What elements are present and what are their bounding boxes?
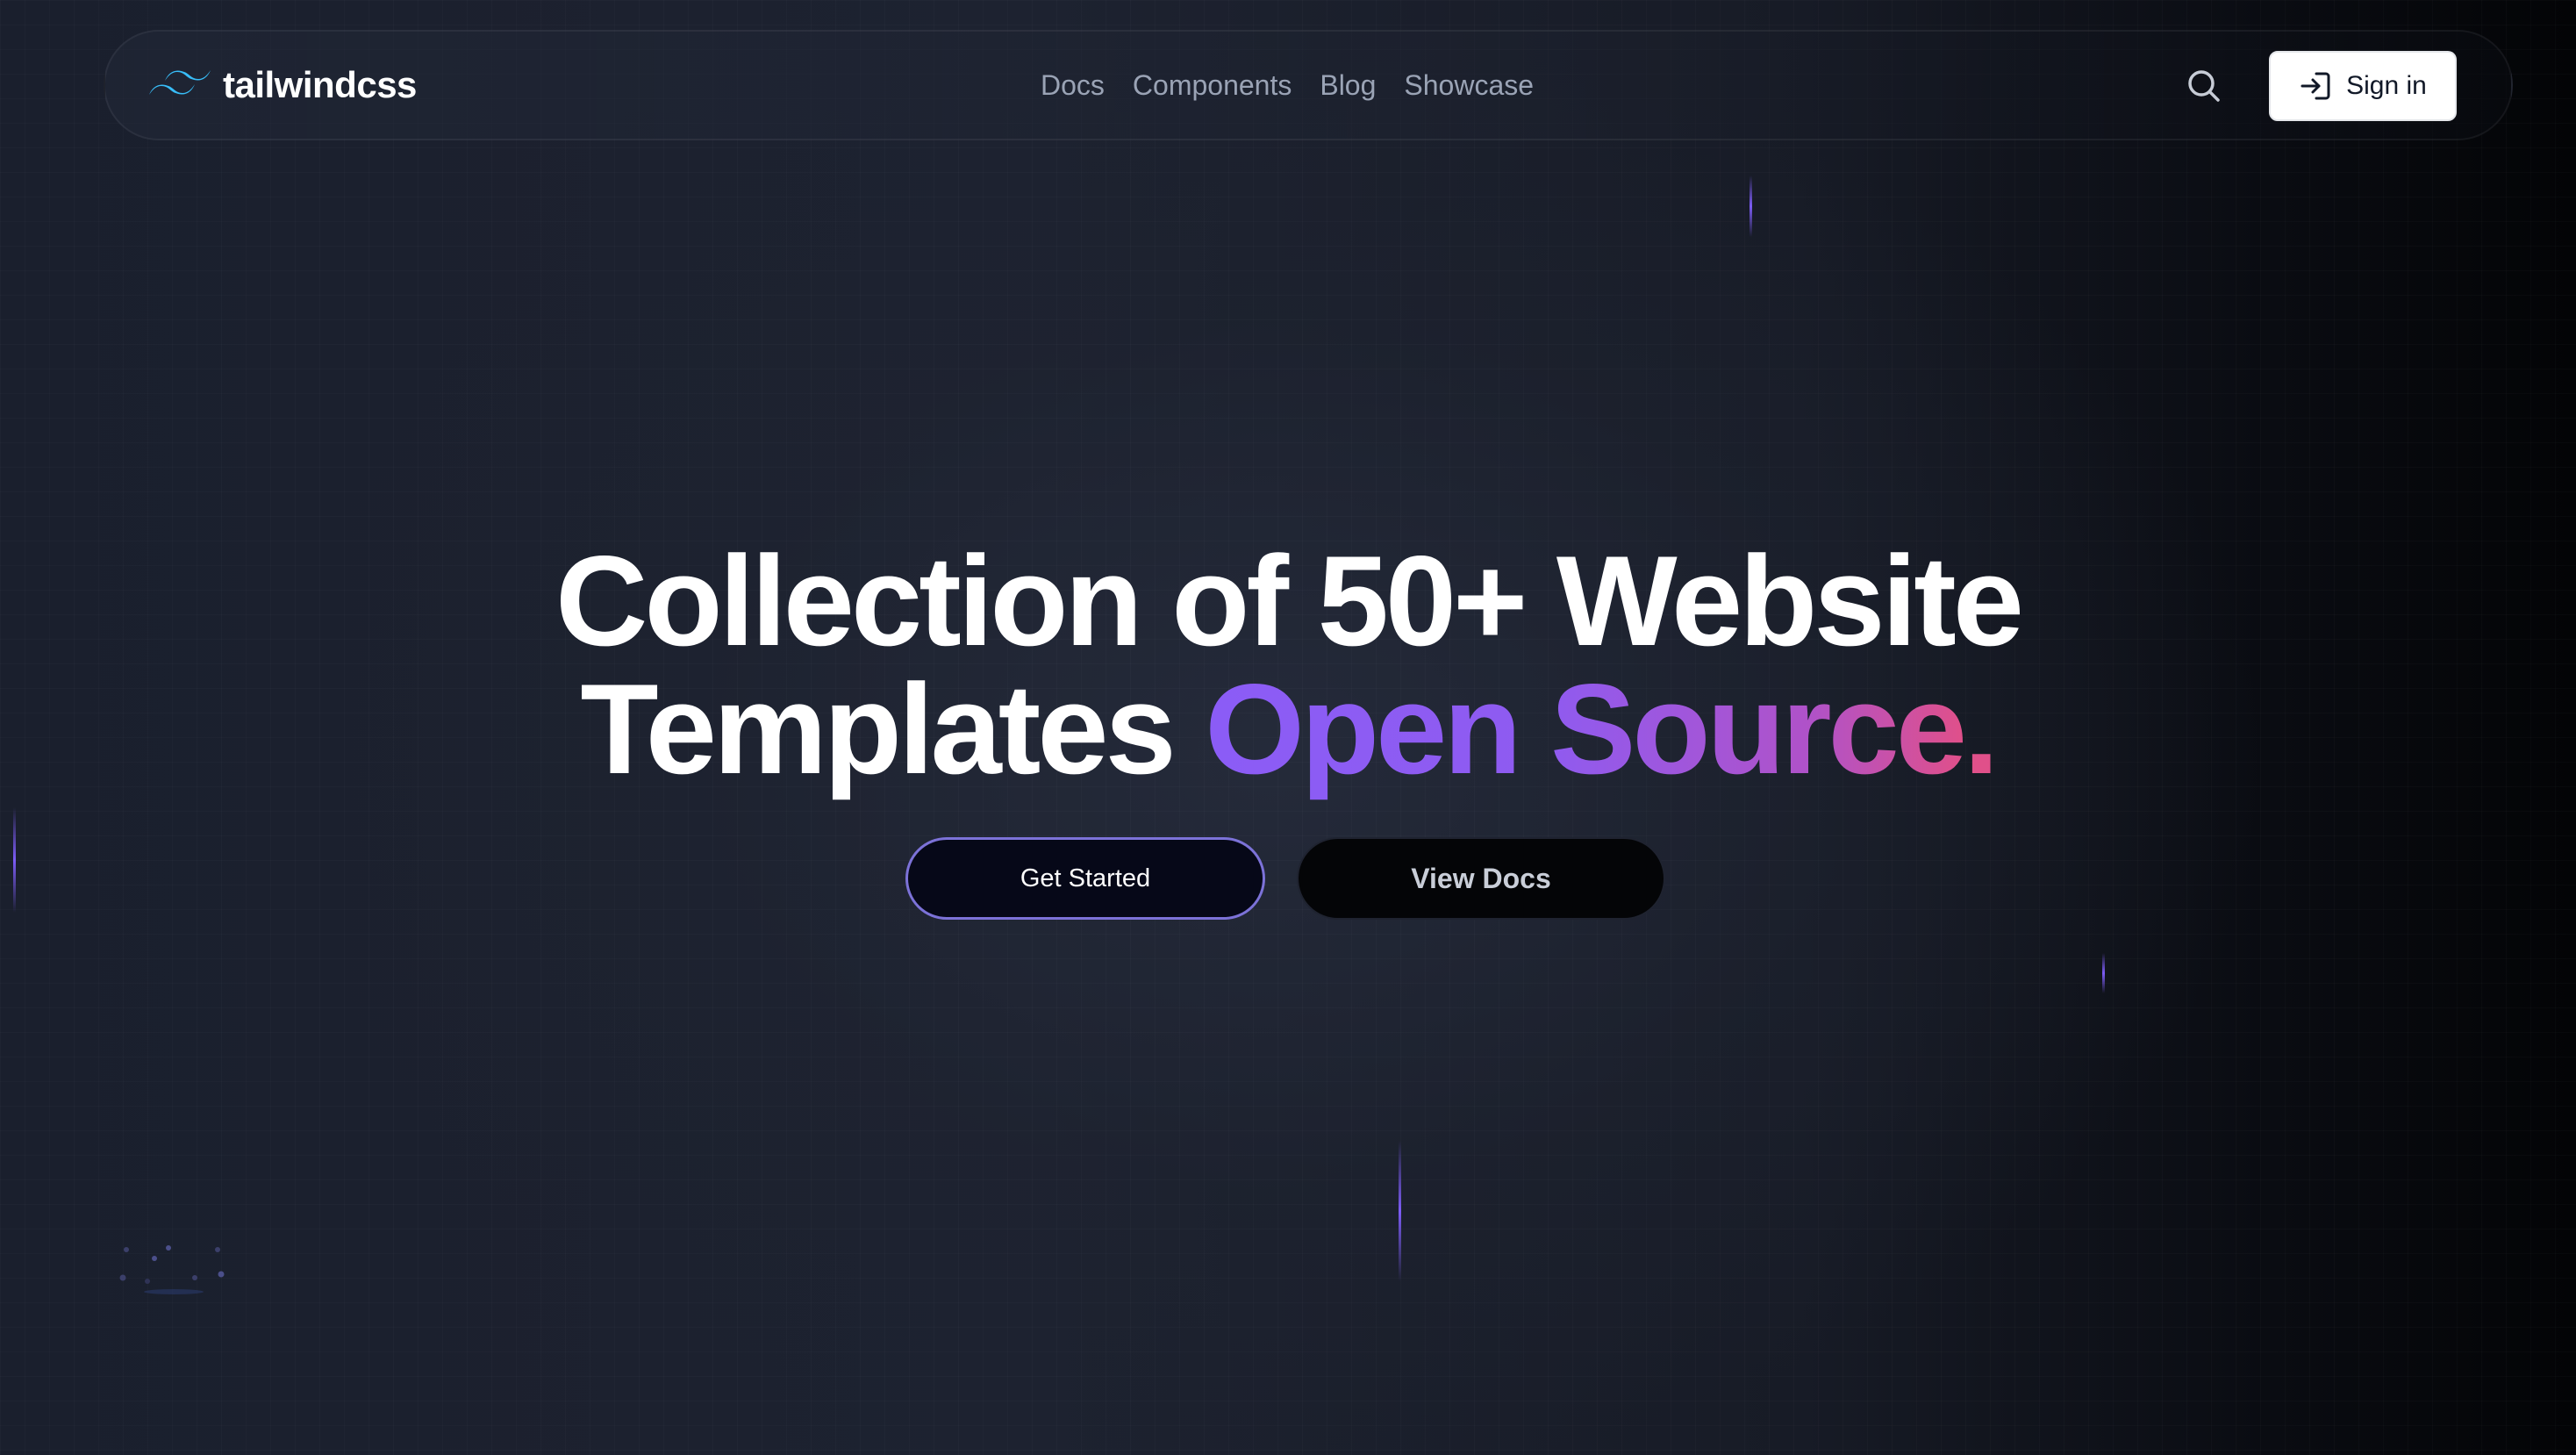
sign-in-icon (2301, 72, 2330, 100)
brand-logo[interactable]: tailwindcss (149, 61, 417, 109)
sign-in-label: Sign in (2346, 71, 2427, 100)
light-beam (13, 807, 16, 913)
nav-link-components[interactable]: Components (1133, 63, 1292, 107)
light-beam (1399, 1141, 1401, 1281)
hero-title: Collection of 50+ Website Templates Open… (0, 537, 2576, 793)
decorative-dots (119, 1245, 225, 1294)
get-started-button[interactable]: Get Started (905, 837, 1265, 920)
main-nav: Docs Components Blog Showcase (1041, 63, 1534, 107)
hero-title-plain: Templates (580, 657, 1176, 800)
light-beam (1750, 176, 1752, 237)
landing-page: tailwindcss Docs Components Blog Showcas… (0, 0, 2576, 1455)
brand-name: tailwindcss (223, 64, 417, 105)
hero-title-line1: Collection of 50+ Website (555, 529, 2024, 672)
hero-title-line2: Templates Open Source. (0, 665, 2576, 793)
sign-in-button[interactable]: Sign in (2269, 51, 2457, 121)
nav-link-docs[interactable]: Docs (1041, 63, 1105, 107)
nav-link-showcase[interactable]: Showcase (1404, 63, 1534, 107)
nav-link-blog[interactable]: Blog (1320, 63, 1376, 107)
search-icon (2188, 70, 2220, 102)
hero-title-gradient: Open Source (1205, 657, 1967, 800)
light-beam (2102, 953, 2105, 993)
view-docs-button[interactable]: View Docs (1297, 837, 1665, 920)
search-button[interactable] (2185, 67, 2223, 105)
tailwind-wave-icon (149, 70, 211, 95)
hero-title-dot: . (1963, 657, 2000, 800)
